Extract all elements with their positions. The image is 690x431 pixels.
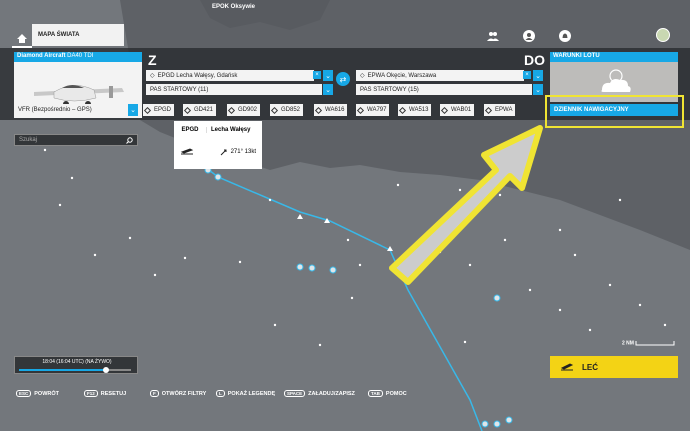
map-location-label: EPOK Oksywie: [212, 4, 256, 10]
footer-load-save[interactable]: SPACE ZAŁADUJ/ZAPISZ: [284, 390, 355, 397]
scale-bar-icon: [635, 341, 675, 346]
waypoint-chip[interactable]: WA616: [314, 104, 348, 116]
waypoint-chip[interactable]: WA797: [356, 104, 390, 116]
waypoint-diamond-icon: [270, 106, 279, 114]
time-label: 18:04 (16:04 UTC) (NA ŻYWO): [42, 359, 112, 365]
friends-icon[interactable]: [487, 29, 499, 41]
popup-airport-name: Lecha Wałęsy: [211, 127, 251, 133]
waypoint-chip[interactable]: EPWA: [484, 104, 516, 116]
profile-icon[interactable]: [523, 29, 535, 42]
arrival-runway: PAS STARTOWY (15): [360, 86, 419, 93]
clear-departure-button[interactable]: ×: [313, 71, 321, 79]
waypoint-chip[interactable]: GD852: [270, 104, 304, 116]
aircraft-model: DA40 TDI: [67, 53, 94, 59]
arrival-airport: EPWA Okęcie, Warszawa: [367, 72, 437, 79]
airport-popup[interactable]: EPGD Lecha Wałęsy 271° 13kt: [174, 121, 262, 169]
departure-airport-dropdown[interactable]: ⌄: [323, 70, 333, 81]
waypoint-diamond-icon: [314, 106, 323, 114]
departure-airport: EPGD Lecha Wałęsy, Gdańsk: [157, 72, 238, 79]
aircraft-name: Diamond Aircraft: [17, 53, 66, 59]
avatar[interactable]: [656, 28, 670, 42]
wind-icon: [220, 149, 227, 156]
waypoint-diamond-icon: [227, 106, 236, 114]
arrival-runway-field[interactable]: PAS STARTOWY (15): [356, 84, 532, 95]
swap-airports-button[interactable]: ⇄: [336, 72, 350, 86]
search-input[interactable]: Szukaj: [14, 134, 138, 146]
waypoint-chip[interactable]: WAB01: [440, 104, 475, 116]
fly-label: LEĆ: [582, 362, 598, 372]
airport-diamond-icon: ◇: [150, 73, 155, 79]
time-fill: [19, 369, 107, 371]
waypoint-chip[interactable]: GD902: [227, 104, 261, 116]
footer-open-filters[interactable]: F OTWÓRZ FILTRY: [150, 390, 206, 397]
arrival-airport-field[interactable]: ◇ EPWA Okęcie, Warszawa: [356, 70, 524, 81]
clear-arrival-button[interactable]: ×: [523, 71, 531, 79]
flight-type-select[interactable]: VFR (Bezpośrednio – GPS): [14, 104, 138, 116]
takeoff-icon: [560, 363, 574, 371]
map-scale: 2 NM: [622, 340, 675, 346]
waypoint-diamond-icon: [143, 106, 152, 114]
flight-type-value: VFR (Bezpośrednio – GPS): [18, 107, 92, 113]
departure-runway-dropdown[interactable]: ⌄: [323, 84, 333, 95]
weather-title: WARUNKI LOTU: [550, 52, 678, 62]
home-button[interactable]: [12, 30, 32, 48]
time-slider[interactable]: 18:04 (16:04 UTC) (NA ŻYWO): [14, 356, 138, 374]
search-placeholder: Szukaj: [19, 137, 38, 143]
arrival-airport-dropdown[interactable]: ⌄: [533, 70, 543, 81]
notification-icon[interactable]: [559, 29, 571, 42]
waypoint-chip[interactable]: WA513: [398, 104, 432, 116]
footer-reset[interactable]: F12 RESETUJ: [84, 390, 126, 397]
waypoint-diamond-icon: [484, 106, 493, 114]
waypoint-diamond-icon: [356, 106, 365, 114]
waypoint-chip[interactable]: GD421: [183, 104, 217, 116]
arrival-label: DO: [524, 52, 545, 68]
waypoint-diamond-icon: [398, 106, 407, 114]
highlight-box: [545, 95, 684, 128]
departure-airport-field[interactable]: ◇ EPGD Lecha Wałęsy, Gdańsk: [146, 70, 314, 81]
search-icon: [126, 137, 133, 144]
time-slider-handle[interactable]: [103, 367, 110, 373]
home-icon: [17, 33, 27, 43]
popup-airport-code: EPGD: [174, 127, 207, 133]
waypoint-chip[interactable]: EPGD: [143, 104, 175, 116]
footer-back[interactable]: ESC POWRÓT: [16, 390, 59, 397]
flight-type-dropdown[interactable]: ⌄: [128, 104, 138, 116]
takeoff-icon: [180, 148, 194, 155]
tab-world-map[interactable]: MAPA ŚWIATA: [32, 24, 124, 46]
airport-diamond-icon: ◇: [360, 73, 365, 79]
fly-button[interactable]: LEĆ: [550, 356, 678, 378]
departure-runway-field[interactable]: PAS STARTOWY (11): [146, 84, 322, 95]
footer-help[interactable]: TAB POMOC: [368, 390, 407, 397]
waypoint-diamond-icon: [440, 106, 449, 114]
footer-show-legend[interactable]: L POKAŻ LEGENDĘ: [216, 390, 275, 397]
arrival-runway-dropdown[interactable]: ⌄: [533, 84, 543, 95]
popup-wind: 271° 13kt: [230, 149, 256, 155]
departure-label: Z: [148, 52, 157, 68]
departure-runway: PAS STARTOWY (11): [150, 86, 209, 93]
waypoint-diamond-icon: [183, 106, 192, 114]
